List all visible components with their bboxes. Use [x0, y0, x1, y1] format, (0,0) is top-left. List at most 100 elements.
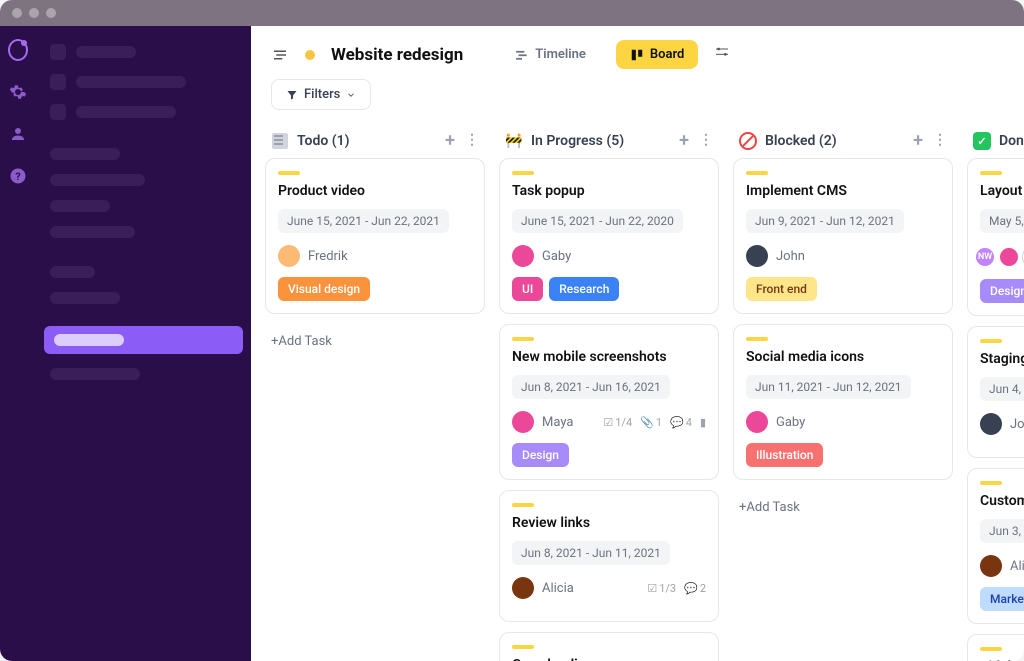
comment-count: 💬 2 — [684, 582, 706, 595]
add-card-button[interactable]: + — [445, 132, 455, 150]
assignee: Alicia — [542, 581, 574, 596]
avatar — [278, 245, 300, 267]
card-title: Review links — [512, 515, 706, 531]
assignee: Gaby — [542, 249, 571, 264]
assignee: Fredrik — [308, 249, 348, 264]
card[interactable]: New mobile screenshots Jun 8, 2021 - Jun… — [499, 324, 719, 480]
window-titlebar — [0, 0, 1024, 26]
tab-board[interactable]: Board — [616, 40, 698, 69]
help-icon[interactable]: ? — [8, 166, 28, 186]
column-in-progress: 🚧 In Progress (5) + ⋮ Task popup June 15… — [499, 124, 719, 661]
assignee: Gaby — [776, 415, 805, 430]
nav-rail: ? — [0, 26, 36, 661]
project-title: Website redesign — [331, 45, 463, 65]
maximize-dot[interactable] — [46, 8, 56, 18]
card[interactable]: Customer sto Jun 3, 2021 - Alicia Market… — [967, 468, 1024, 624]
sidebar-item-active[interactable] — [44, 326, 243, 354]
check-icon: ✓ — [973, 132, 991, 150]
add-card-button[interactable]: + — [679, 132, 689, 150]
card[interactable]: Staging setup Jun 4, 2021 - J John — [967, 326, 1024, 458]
avatar: NW — [974, 246, 996, 268]
column-title: Todo (1) — [297, 133, 350, 149]
menu-icon[interactable] — [271, 46, 289, 64]
assignee: Alicia — [1010, 559, 1024, 574]
column-title: Blocked (2) — [765, 133, 837, 149]
project-status-dot — [305, 50, 315, 60]
tag: Design — [512, 443, 569, 467]
tab-label: Board — [650, 47, 684, 62]
column-todo: Todo (1) + ⋮ Product video June 15, 2021… — [265, 124, 485, 661]
avatar — [980, 555, 1002, 577]
filter-icon — [286, 89, 298, 101]
assignee: Maya — [542, 415, 573, 430]
filters-button[interactable]: Filters — [271, 79, 371, 110]
tab-timeline[interactable]: Timeline — [501, 40, 600, 69]
avatar — [980, 413, 1002, 435]
file-icon: ▮ — [700, 416, 706, 429]
add-task-button[interactable]: +Add Task — [265, 324, 485, 359]
column-title: In Progress (5) — [531, 133, 624, 149]
add-task-button[interactable]: +Add Task — [733, 490, 953, 525]
note-icon — [271, 132, 289, 150]
avatar — [512, 245, 534, 267]
filters-label: Filters — [304, 87, 340, 102]
column-done: ✓ Done (5) Layout drafts May 5, 2021 - N… — [967, 124, 1024, 661]
gear-icon[interactable] — [8, 82, 28, 102]
avatar — [746, 245, 768, 267]
comment-count: 💬 4 — [670, 416, 692, 429]
minimize-dot[interactable] — [29, 8, 39, 18]
card-date: June 15, 2021 - Jun 22, 2020 — [512, 209, 683, 233]
attachment-count: 📎 1 — [640, 416, 662, 429]
card-date: Jun 8, 2021 - Jun 16, 2021 — [512, 375, 670, 399]
board-settings-icon[interactable] — [714, 45, 730, 65]
card[interactable]: Sidebar story Jun 2, 2021 - — [967, 634, 1024, 661]
card-title: Product video — [278, 183, 472, 199]
assignee: John — [1010, 417, 1024, 432]
subtasks-count: ☑ 1/4 — [603, 416, 632, 429]
close-dot[interactable] — [12, 8, 22, 18]
tag: UI — [512, 277, 543, 301]
card-date: Jun 8, 2021 - Jun 11, 2021 — [512, 541, 670, 565]
card-date: June 15, 2021 - Jun 22, 2021 — [278, 209, 449, 233]
add-card-button[interactable]: + — [913, 132, 923, 150]
card-title: Copy landing page — [512, 657, 706, 661]
card-title: New mobile screenshots — [512, 349, 706, 365]
card[interactable]: Product video June 15, 2021 - Jun 22, 20… — [265, 158, 485, 314]
card-date: Jun 9, 2021 - Jun 12, 2021 — [746, 209, 904, 233]
tag: Front end — [746, 277, 817, 301]
tag: Marketing — [980, 587, 1024, 611]
avatar — [998, 246, 1020, 268]
avatar — [746, 411, 768, 433]
column-more-button[interactable]: ⋮ — [699, 132, 713, 150]
subtasks-count: ☑ 1/3 — [647, 582, 676, 595]
card-date: Jun 11, 2021 - Jun 12, 2021 — [746, 375, 911, 399]
card-title: Layout drafts — [980, 183, 1024, 199]
tab-label: Timeline — [535, 47, 586, 62]
users-icon[interactable] — [8, 124, 28, 144]
assignee: John — [776, 249, 805, 264]
card[interactable]: Implement CMS Jun 9, 2021 - Jun 12, 2021… — [733, 158, 953, 314]
card-title: Social media icons — [746, 349, 940, 365]
construction-icon: 🚧 — [505, 132, 523, 150]
column-blocked: Blocked (2) + ⋮ Implement CMS Jun 9, 202… — [733, 124, 953, 661]
card[interactable]: Layout drafts May 5, 2021 - NW +3 Design — [967, 158, 1024, 316]
card-date: Jun 4, 2021 - J — [980, 377, 1024, 401]
card[interactable]: Copy landing page Jun 9, 2021 - Jun 16, … — [499, 632, 719, 661]
card-title: Implement CMS — [746, 183, 940, 199]
card-title: Customer sto — [980, 493, 1024, 509]
tag: Research — [549, 277, 619, 301]
sidebar — [36, 26, 251, 661]
card[interactable]: Review links Jun 8, 2021 - Jun 11, 2021 … — [499, 490, 719, 622]
column-more-button[interactable]: ⋮ — [933, 132, 947, 150]
card[interactable]: Social media icons Jun 11, 2021 - Jun 12… — [733, 324, 953, 480]
column-title: Done (5) — [999, 133, 1024, 149]
card-date: May 5, 2021 - — [980, 209, 1024, 233]
tag: Illustration — [746, 443, 823, 467]
avatar — [512, 411, 534, 433]
avatar — [512, 577, 534, 599]
card[interactable]: Task popup June 15, 2021 - Jun 22, 2020 … — [499, 158, 719, 314]
column-more-button[interactable]: ⋮ — [465, 132, 479, 150]
tag: Visual design — [278, 277, 370, 301]
card-date: Jun 3, 2021 - — [980, 519, 1024, 543]
logo-icon[interactable] — [8, 40, 28, 60]
